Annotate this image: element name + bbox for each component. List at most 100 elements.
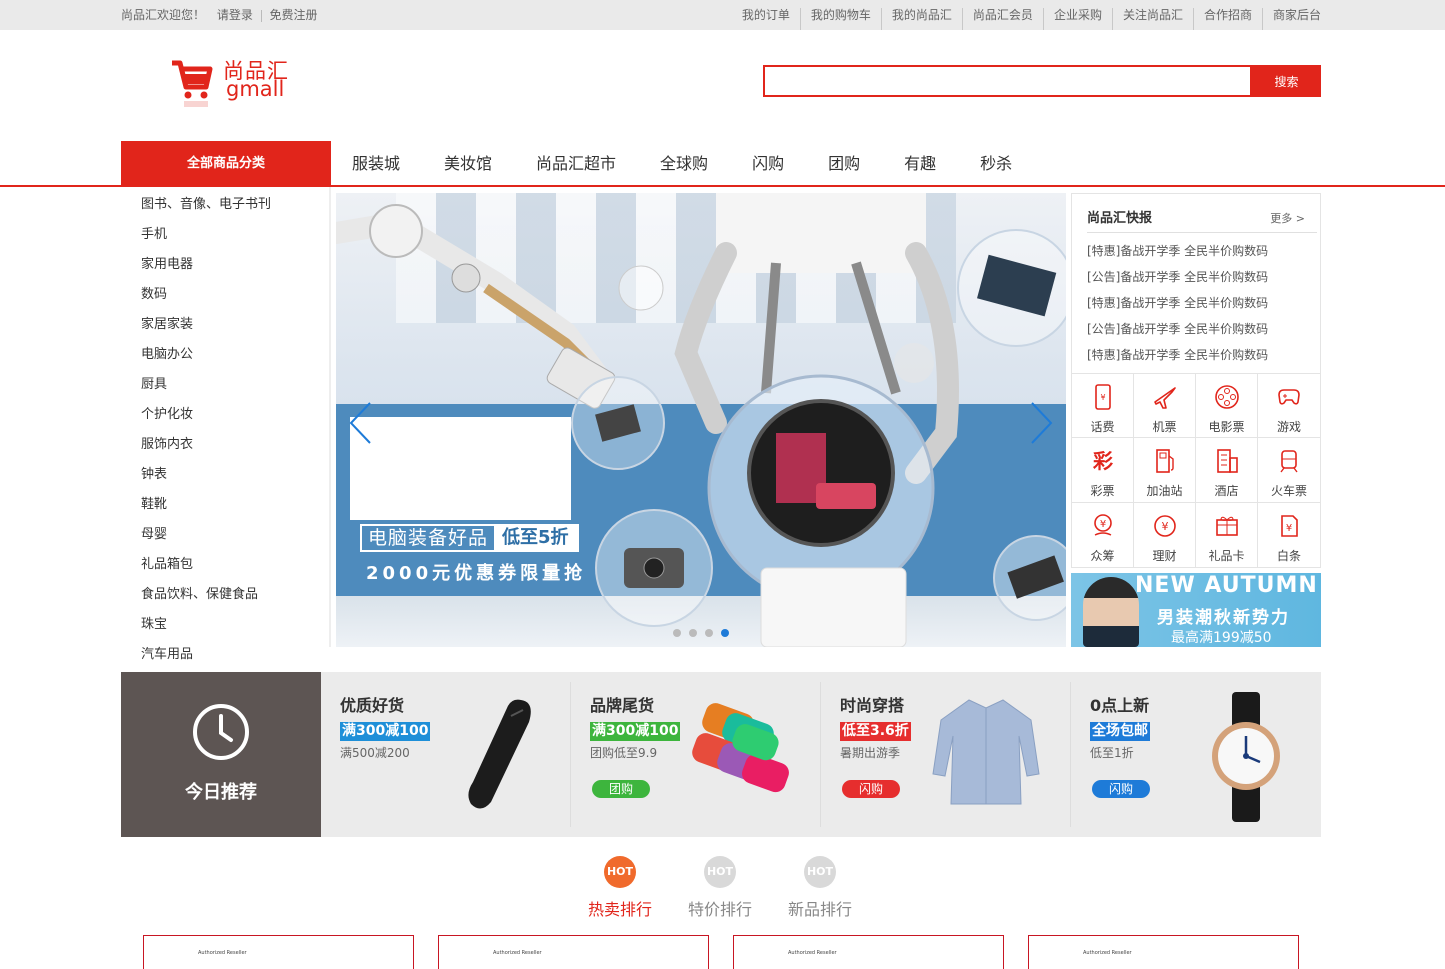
category-item[interactable]: 珠宝: [141, 613, 167, 632]
service-movie-tickets[interactable]: 电影票: [1196, 374, 1258, 439]
tab-special-price[interactable]: HOT 特价排行: [680, 852, 760, 920]
product-card[interactable]: Authorized Reseller: [1028, 935, 1299, 969]
news-item[interactable]: [特惠]备战开学季 全民半价购数码: [1087, 346, 1268, 372]
recommend-card[interactable]: 品牌尾货 满300减100 团购低至9.9 团购: [571, 672, 821, 837]
nav-item-group-buy[interactable]: 团购: [828, 141, 860, 185]
nav-item-clothing[interactable]: 服装城: [352, 141, 400, 185]
category-item[interactable]: 礼品箱包: [141, 553, 193, 572]
news-item[interactable]: [特惠]备战开学季 全民半价购数码: [1087, 294, 1268, 320]
svg-text:¥: ¥: [1161, 520, 1168, 533]
category-item[interactable]: 数码: [141, 283, 167, 302]
recommend-card[interactable]: 0点上新 全场包邮 低至1折 闪购: [1071, 672, 1321, 837]
search-button[interactable]: 搜索: [1252, 65, 1321, 97]
service-crowdfunding[interactable]: ¥ 众筹: [1072, 502, 1134, 567]
recommend-card[interactable]: 优质好货 满300减100 满500减200: [321, 672, 571, 837]
search-input[interactable]: [763, 65, 1252, 97]
service-games[interactable]: 游戏: [1258, 374, 1320, 439]
flash-sale-button[interactable]: 闪购: [842, 780, 900, 798]
group-buy-button[interactable]: 团购: [592, 780, 650, 798]
site-logo[interactable]: 尚品汇 gmall: [170, 55, 300, 113]
my-cart-link[interactable]: 我的购物车: [799, 8, 881, 30]
service-flights[interactable]: 机票: [1134, 374, 1196, 439]
category-item[interactable]: 电脑办公: [141, 343, 193, 362]
nav-item-flash-sale[interactable]: 闪购: [752, 141, 784, 185]
services-grid: ¥ 话费 机票 电影票 游戏 彩 彩票 加油站 酒店 火车票 ¥ 众筹 ¥ 理财…: [1071, 373, 1321, 568]
phone-icon: ¥: [1094, 384, 1111, 410]
gift-card-icon: [1215, 516, 1238, 536]
recommend-card[interactable]: 时尚穿搭 低至3.6折 暑期出游季 闪购: [821, 672, 1071, 837]
recommend-desc: 团购低至9.9: [590, 746, 658, 760]
service-lottery[interactable]: 彩 彩票: [1072, 438, 1134, 503]
tab-label: 热卖排行: [587, 900, 652, 919]
service-train-tickets[interactable]: 火车票: [1258, 438, 1320, 503]
product-card[interactable]: Authorized Reseller: [733, 935, 1004, 969]
logo-en-text: gmall: [226, 77, 285, 101]
service-gas-station[interactable]: 加油站: [1134, 438, 1196, 503]
carousel-next-arrow-icon[interactable]: [1030, 401, 1054, 445]
recommend-tag: 满300减100: [340, 722, 431, 741]
carousel-dot[interactable]: [689, 629, 697, 637]
tab-hot-sales[interactable]: HOT 热卖排行: [580, 852, 660, 920]
my-orders-link[interactable]: 我的订单: [732, 8, 800, 30]
carousel-dot-active[interactable]: [721, 629, 729, 637]
carousel-dots: [673, 629, 729, 637]
service-gift-card[interactable]: 礼品卡: [1196, 502, 1258, 567]
category-item[interactable]: 钟表: [141, 463, 167, 482]
all-categories-button[interactable]: 全部商品分类: [121, 141, 331, 187]
search-bar: 搜索: [763, 65, 1321, 97]
lottery-icon: 彩: [1092, 449, 1113, 473]
category-item[interactable]: 汽车用品: [141, 643, 193, 662]
product-card[interactable]: Authorized Reseller: [438, 935, 709, 969]
service-label: 电影票: [1208, 420, 1245, 434]
clock-icon: [193, 704, 249, 760]
recommend-title: 0点上新: [1090, 696, 1150, 715]
towels-image: [692, 703, 789, 793]
nav-item-supermarket[interactable]: 尚品汇超市: [536, 141, 616, 185]
my-account-link[interactable]: 我的尚品汇: [880, 8, 962, 30]
tab-new-products[interactable]: HOT 新品排行: [780, 852, 860, 920]
service-label: 火车票: [1270, 484, 1307, 499]
service-hotel[interactable]: 酒店: [1196, 438, 1258, 503]
watch-image: [1212, 692, 1280, 822]
category-item[interactable]: 厨具: [141, 373, 167, 392]
category-item[interactable]: 鞋靴: [141, 493, 167, 512]
partnership-link[interactable]: 合作招商: [1192, 8, 1262, 30]
category-item[interactable]: 家用电器: [141, 253, 193, 272]
service-finance[interactable]: ¥ 理财: [1134, 502, 1196, 567]
category-item[interactable]: 个护化妆: [141, 403, 193, 422]
register-link[interactable]: 免费注册: [270, 8, 318, 22]
nav-item-seckill[interactable]: 秒杀: [980, 141, 1012, 185]
carousel-prev-arrow-icon[interactable]: [348, 401, 372, 445]
membership-link[interactable]: 尚品汇会员: [961, 8, 1043, 30]
follow-link[interactable]: 关注尚品汇: [1111, 8, 1193, 30]
service-label: 理财: [1152, 548, 1177, 563]
nav-item-beauty[interactable]: 美妆馆: [444, 141, 492, 185]
news-item[interactable]: [公告]备战开学季 全民半价购数码: [1087, 268, 1268, 294]
news-item[interactable]: [公告]备战开学季 全民半价购数码: [1087, 320, 1268, 346]
crowdfunding-icon: ¥: [1093, 513, 1112, 536]
side-ad-banner[interactable]: NEW AUTUMN 男装潮秋新势力 最高满199减50: [1071, 573, 1321, 647]
news-more-link[interactable]: 更多 >: [1270, 210, 1305, 226]
login-link[interactable]: 请登录: [217, 8, 253, 22]
hero-carousel[interactable]: 电脑装备好品 低至5折 2000元优惠券限量抢: [336, 193, 1066, 647]
news-item[interactable]: [特惠]备战开学季 全民半价购数码: [1087, 242, 1268, 268]
carousel-dot[interactable]: [705, 629, 713, 637]
carousel-dot[interactable]: [673, 629, 681, 637]
gamepad-icon: [1278, 389, 1300, 405]
product-card[interactable]: Authorized Reseller: [143, 935, 414, 969]
category-item[interactable]: 服饰内衣: [141, 433, 193, 452]
side-ad-offer: 最高满199减50: [1171, 630, 1272, 646]
service-phone-recharge[interactable]: ¥ 话费: [1072, 374, 1134, 439]
flash-sale-button[interactable]: 闪购: [1092, 780, 1150, 798]
news-list: [特惠]备战开学季 全民半价购数码 [公告]备战开学季 全民半价购数码 [特惠]…: [1087, 242, 1268, 372]
nav-item-fun[interactable]: 有趣: [904, 141, 936, 185]
service-credit[interactable]: ¥ 白条: [1258, 503, 1320, 567]
category-item[interactable]: 母婴: [141, 523, 167, 542]
enterprise-link[interactable]: 企业采购: [1042, 8, 1112, 30]
category-item[interactable]: 食品饮料、保健食品: [141, 583, 258, 602]
category-item[interactable]: 手机: [141, 223, 167, 242]
category-item[interactable]: 家居家装: [141, 313, 193, 332]
seller-backend-link[interactable]: 商家后台: [1261, 8, 1321, 30]
nav-item-global[interactable]: 全球购: [660, 141, 708, 185]
category-item[interactable]: 图书、音像、电子书刊: [141, 193, 271, 212]
